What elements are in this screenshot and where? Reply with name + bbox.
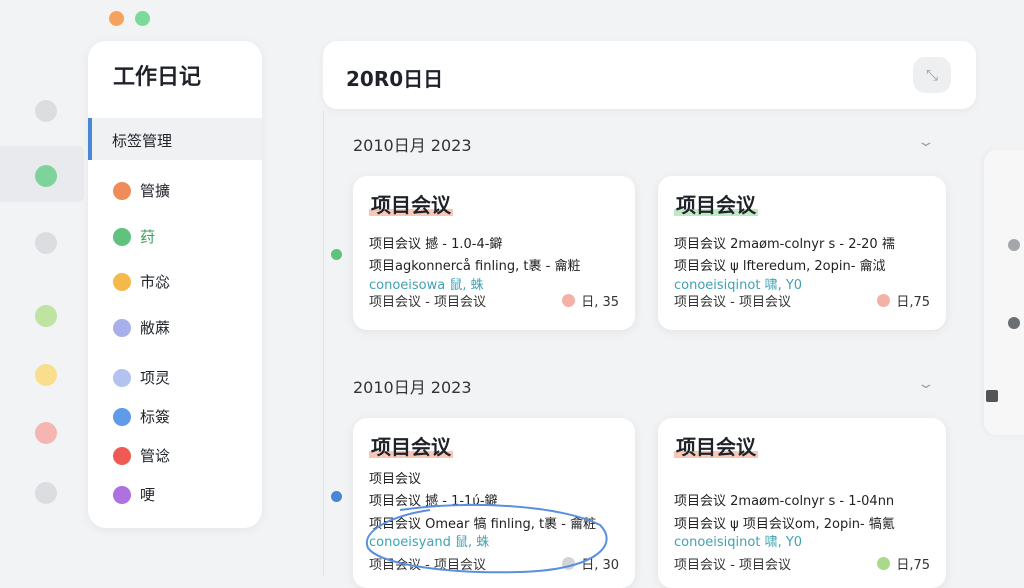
maximize-button[interactable] <box>135 11 150 26</box>
card-footer-label: 项目会议 - 项目会议 <box>369 295 486 310</box>
rail-dot[interactable] <box>35 232 57 254</box>
card-title: 项目会议 <box>369 435 453 459</box>
entry-card[interactable]: 项目会议 项目会议 撼 - 1.0-4-鐴 项目agkonnercå finli… <box>353 176 635 330</box>
collapse-button[interactable]: ⤡ <box>913 57 951 93</box>
card-footer-label: 项目会议 - 项目会议 <box>369 558 486 573</box>
card-line: 项目会议 Omear 犒 finling, t裹 - 龠粧 <box>369 517 597 532</box>
sidebar-item-label: 标簽 <box>140 408 171 426</box>
status-dot <box>562 557 576 570</box>
card-footer: 项目会议 - 项目会议 日, 35 <box>369 291 619 310</box>
sidebar-item-label: 哽 <box>140 486 156 504</box>
card-footer: 项目会议 - 项目会议 日, 30 <box>369 554 619 573</box>
sidebar-item-label: 管谂 <box>140 447 171 465</box>
tag-color-dot <box>113 227 131 246</box>
timeline-line <box>323 110 324 576</box>
collapse-icon: ⤡ <box>925 66 938 84</box>
card-line: 项目会议 ψ 项目会议om, 2opin- 犒氪 <box>674 517 895 532</box>
card-footer-value: 日, 30 <box>581 558 619 573</box>
sidebar-item-label: 管擴 <box>140 182 171 200</box>
rail-dot[interactable] <box>35 165 57 187</box>
app-title: 工作日记 <box>113 65 202 90</box>
card-line: 项目会议 2maøm-colnyr s - 2-20 襦 <box>674 237 895 252</box>
sidebar: 工作日记 标签管理 管擴 荮 市惢 敝蔴 项灵 标簽 管谂 哽 <box>88 41 262 528</box>
sidebar-item[interactable]: 哽 <box>113 484 155 505</box>
entry-card[interactable]: 项目会议 项目会议 2maøm-colnyr s - 1-04nn 项目会议 ψ… <box>658 418 946 588</box>
sidebar-item-label: 荮 <box>140 228 156 246</box>
sidebar-item[interactable]: 管擴 <box>113 180 170 201</box>
card-line: 项目会议 撼 - 1-1ύ-鐴 <box>369 494 498 509</box>
tag-color-dot <box>113 485 131 504</box>
rail-dot[interactable] <box>35 364 57 386</box>
sidebar-item-label: 项灵 <box>140 369 171 387</box>
card-footer-label: 项目会议 - 项目会议 <box>674 558 791 573</box>
sidebar-item[interactable]: 荮 <box>113 226 155 247</box>
drag-handle[interactable] <box>986 390 998 402</box>
tag-color-dot <box>113 407 131 426</box>
card-title: 项目会议 <box>674 435 758 459</box>
card-subtitle: 项目会议 <box>369 472 422 487</box>
tag-color-dot <box>113 181 131 200</box>
sidebar-item-label: 标签管理 <box>112 132 173 150</box>
card-line: 项目会议 撼 - 1.0-4-鐴 <box>369 237 503 252</box>
status-dot <box>877 557 891 570</box>
sidebar-item-label: 市惢 <box>140 273 171 291</box>
card-line: 项目agkonnercå finling, t裹 - 龠粧 <box>369 259 581 274</box>
sidebar-item[interactable]: 管谂 <box>113 445 170 466</box>
card-title: 项目会议 <box>674 193 758 217</box>
chevron-down-icon[interactable]: ⌄ <box>916 134 935 150</box>
tag-color-dot <box>113 446 131 465</box>
card-footer-value: 日,75 <box>896 295 930 310</box>
left-rail <box>0 0 84 576</box>
main-header: 20R0日日 ⤡ <box>323 41 976 109</box>
sidebar-item[interactable]: 敝蔴 <box>113 317 170 338</box>
right-side-panel <box>984 150 1024 435</box>
panel-dot[interactable] <box>1008 317 1020 329</box>
rail-dot[interactable] <box>35 422 57 444</box>
card-title: 项目会议 <box>369 193 453 217</box>
card-line: 项目会议 ψ lfteredum, 2opin- 龠泧 <box>674 259 886 274</box>
rail-dot[interactable] <box>35 482 57 504</box>
sidebar-item-label: 敝蔴 <box>140 319 171 337</box>
tag-color-dot <box>113 368 131 387</box>
card-line: 项目会议 2maøm-colnyr s - 1-04nn <box>674 494 895 509</box>
entry-card[interactable]: 项目会议 项目会议 项目会议 撼 - 1-1ύ-鐴 项目会议 Omear 犒 f… <box>353 418 635 588</box>
timeline-dot <box>331 249 342 260</box>
card-meta-line: conoeisyand 鼠, 蛛 <box>369 535 490 550</box>
status-dot <box>877 294 891 307</box>
group-date-title: 2010日月 2023 <box>353 136 472 155</box>
sidebar-item-tag-management[interactable]: 标签管理 <box>88 118 262 160</box>
sidebar-item[interactable]: 市惢 <box>113 271 170 292</box>
card-footer: 项目会议 - 项目会议 日,75 <box>674 554 930 573</box>
card-footer-value: 日, 35 <box>581 295 619 310</box>
group-date-title: 2010日月 2023 <box>353 378 472 397</box>
card-footer: 项目会议 - 项目会议 日,75 <box>674 291 930 310</box>
tag-color-dot <box>113 272 131 291</box>
card-footer-label: 项目会议 - 项目会议 <box>674 295 791 310</box>
minimize-button[interactable] <box>109 11 124 26</box>
entry-card[interactable]: 项目会议 项目会议 2maøm-colnyr s - 2-20 襦 项目会议 ψ… <box>658 176 946 330</box>
rail-dot[interactable] <box>35 100 57 122</box>
active-indicator <box>88 118 92 160</box>
panel-dot[interactable] <box>1008 239 1020 251</box>
sidebar-item[interactable]: 标簽 <box>113 406 170 427</box>
page-title: 20R0日日 <box>346 67 444 91</box>
sidebar-item[interactable]: 项灵 <box>113 367 170 388</box>
card-footer-value: 日,75 <box>896 558 930 573</box>
tag-color-dot <box>113 318 131 337</box>
rail-dot[interactable] <box>35 305 57 327</box>
chevron-down-icon[interactable]: ⌄ <box>916 376 935 392</box>
status-dot <box>562 294 576 307</box>
card-meta-line: conoeisiqinot 啸, Y0 <box>674 535 803 550</box>
window-controls <box>109 11 150 26</box>
timeline-dot <box>331 491 342 502</box>
